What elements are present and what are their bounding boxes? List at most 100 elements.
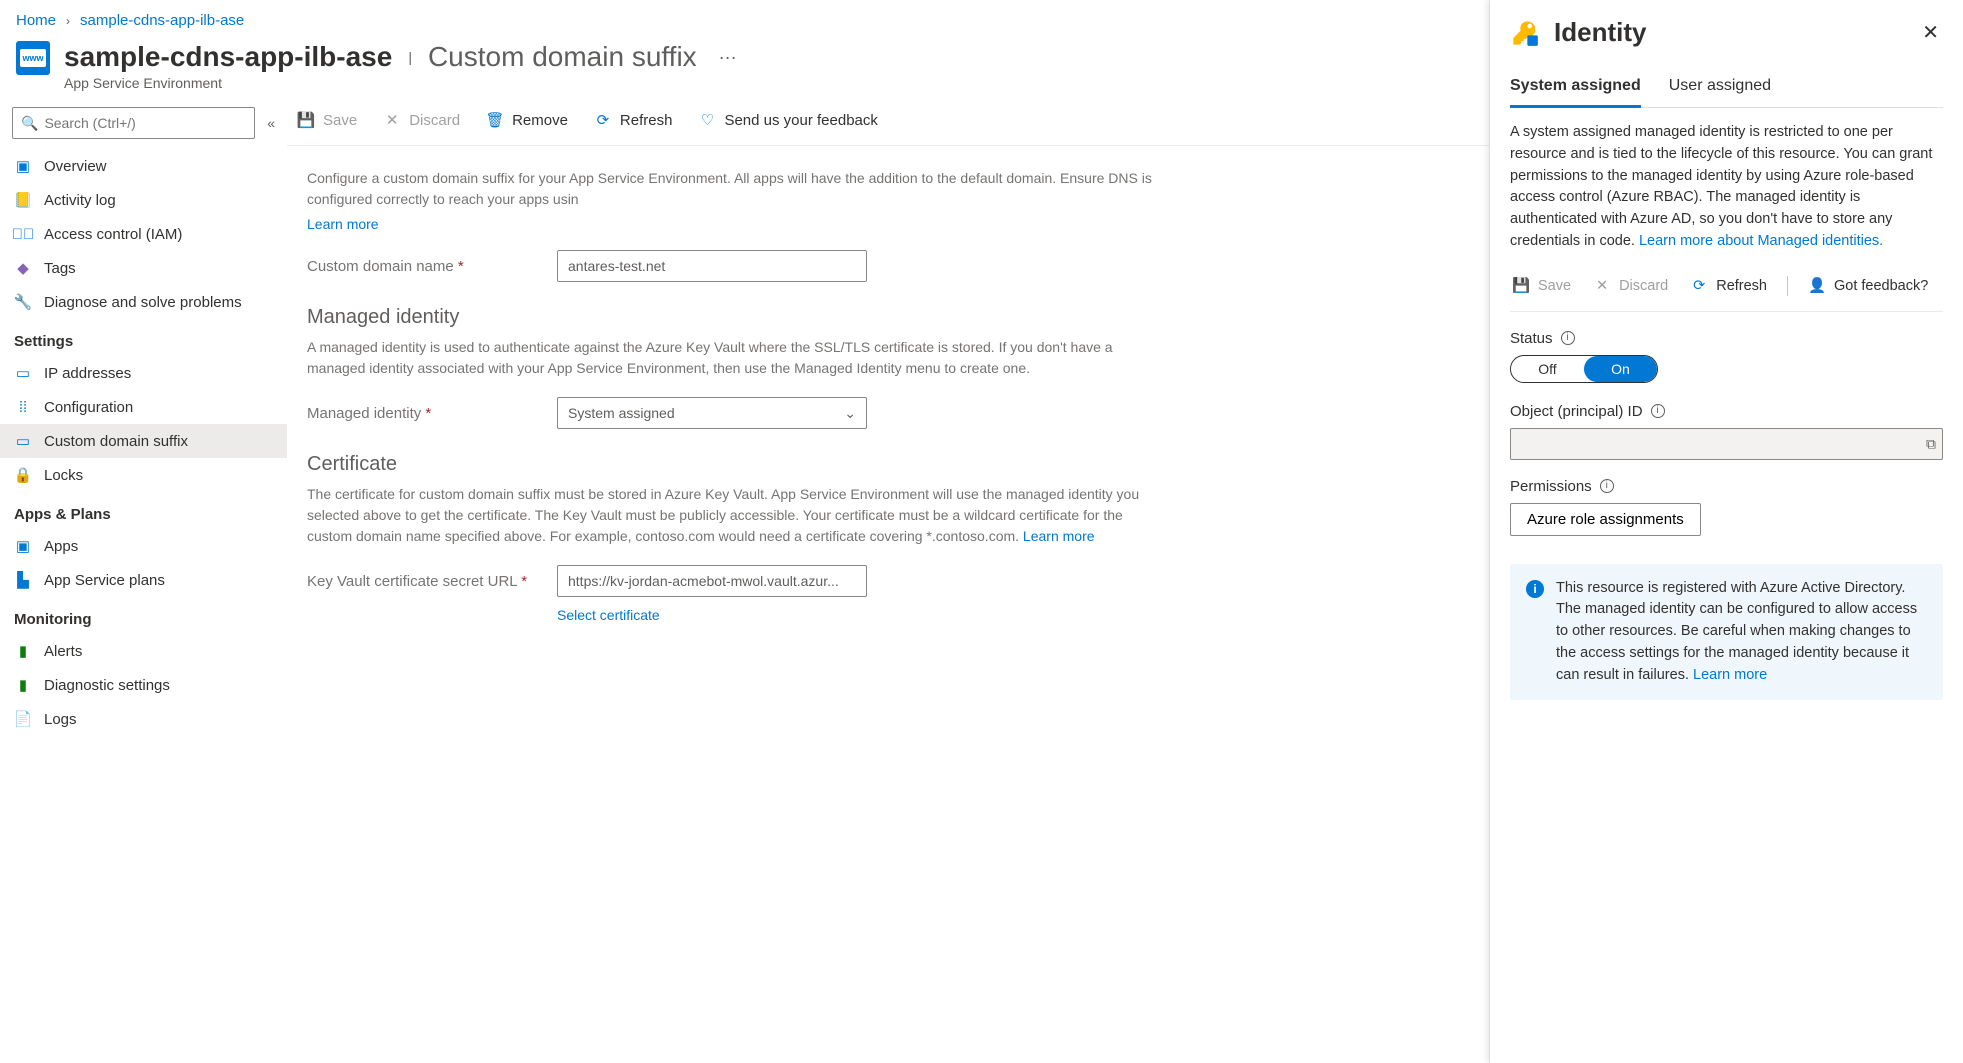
config-icon: ⁞⁞: [14, 398, 32, 416]
activity-log-icon: 📒: [14, 191, 32, 209]
blade-save-button[interactable]: 💾Save: [1510, 273, 1573, 299]
nav-diagnostic-settings[interactable]: ▮Diagnostic settings: [0, 668, 287, 702]
azure-role-assignments-button[interactable]: Azure role assignments: [1510, 503, 1701, 536]
nav-group-monitoring: Monitoring: [0, 597, 287, 634]
nav-access-control[interactable]: ᐅ⃝Access control (IAM): [0, 217, 287, 251]
discard-button[interactable]: ✕Discard: [381, 107, 462, 133]
toggle-off[interactable]: Off: [1511, 356, 1584, 382]
cert-url-label: Key Vault certificate secret URL *: [307, 573, 547, 590]
ip-icon: ▭: [14, 364, 32, 382]
sidebar: 🔍 « ▣Overview 📒Activity log ᐅ⃝Access con…: [0, 101, 287, 1054]
custom-domain-input[interactable]: [557, 250, 867, 282]
chevron-right-icon: ›: [66, 14, 70, 28]
section-title: Custom domain suffix: [428, 41, 697, 73]
search-icon: 🔍: [21, 115, 38, 132]
info-icon[interactable]: i: [1651, 404, 1665, 418]
copy-icon[interactable]: ⧉: [1926, 435, 1936, 452]
tab-system-assigned[interactable]: System assigned: [1510, 69, 1641, 108]
certificate-desc: The certificate for custom domain suffix…: [307, 484, 1167, 547]
blade-feedback-button[interactable]: 👤Got feedback?: [1806, 273, 1930, 299]
discard-icon: ✕: [1593, 277, 1611, 295]
breadcrumb-home[interactable]: Home: [16, 12, 56, 29]
managed-identity-label: Managed identity *: [307, 405, 547, 422]
managed-identities-learn-link[interactable]: Learn more about Managed identities.: [1639, 233, 1883, 249]
search-input[interactable]: [44, 108, 246, 138]
trash-icon: 🗑: [486, 111, 504, 129]
blade-description: A system assigned managed identity is re…: [1510, 122, 1943, 253]
blade-toolbar: 💾Save ✕Discard ⟳Refresh 👤Got feedback?: [1510, 265, 1943, 307]
tab-user-assigned[interactable]: User assigned: [1669, 69, 1771, 107]
permissions-label: Permissionsi: [1510, 478, 1943, 495]
resource-icon: www: [16, 41, 50, 75]
blade-refresh-button[interactable]: ⟳Refresh: [1688, 273, 1769, 299]
heart-icon: ♡: [698, 111, 716, 129]
collapse-sidebar-button[interactable]: «: [267, 115, 275, 131]
intro-text: Configure a custom domain suffix for you…: [307, 168, 1167, 210]
status-label: Statusi: [1510, 330, 1943, 347]
discard-icon: ✕: [383, 111, 401, 129]
remove-button[interactable]: 🗑Remove: [484, 107, 570, 133]
search-input-wrap[interactable]: 🔍: [12, 107, 255, 139]
breadcrumb-resource[interactable]: sample-cdns-app-ilb-ase: [80, 12, 244, 29]
info-icon[interactable]: i: [1561, 331, 1575, 345]
nav-group-settings: Settings: [0, 319, 287, 356]
nav-tags[interactable]: ◆Tags: [0, 251, 287, 285]
managed-identity-desc: A managed identity is used to authentica…: [307, 337, 1167, 379]
plans-icon: ▙: [14, 571, 32, 589]
custom-domain-label: Custom domain name *: [307, 258, 547, 275]
blade-discard-button[interactable]: ✕Discard: [1591, 273, 1670, 299]
access-control-icon: ᐅ⃝: [14, 225, 32, 243]
feedback-button[interactable]: ♡Send us your feedback: [696, 107, 879, 133]
identity-tabs: System assigned User assigned: [1510, 69, 1943, 108]
nav-locks[interactable]: 🔒Locks: [0, 458, 287, 492]
info-callout: i This resource is registered with Azure…: [1510, 564, 1943, 701]
nav-ip-addresses[interactable]: ▭IP addresses: [0, 356, 287, 390]
tags-icon: ◆: [14, 259, 32, 277]
nav-configuration[interactable]: ⁞⁞Configuration: [0, 390, 287, 424]
lock-icon: 🔒: [14, 466, 32, 484]
refresh-button[interactable]: ⟳Refresh: [592, 107, 675, 133]
nav-logs[interactable]: 📄Logs: [0, 702, 287, 736]
nav-custom-domain-suffix[interactable]: ▭Custom domain suffix: [0, 424, 287, 458]
blade-title: Identity: [1554, 17, 1904, 48]
identity-blade: Identity ✕ System assigned User assigned…: [1489, 0, 1963, 1063]
cert-learn-more-link[interactable]: Learn more: [1023, 528, 1095, 544]
toggle-on[interactable]: On: [1584, 356, 1657, 382]
close-blade-button[interactable]: ✕: [1918, 16, 1943, 49]
object-id-input[interactable]: ⧉: [1510, 428, 1943, 460]
resource-title: sample-cdns-app-ilb-ase: [64, 41, 392, 73]
nav-apps[interactable]: ▣Apps: [0, 529, 287, 563]
select-certificate-link[interactable]: Select certificate: [557, 607, 660, 623]
nav-overview[interactable]: ▣Overview: [0, 149, 287, 183]
refresh-icon: ⟳: [594, 111, 612, 129]
overview-icon: ▣: [14, 157, 32, 175]
object-id-label: Object (principal) IDi: [1510, 403, 1943, 420]
learn-more-link[interactable]: Learn more: [307, 216, 379, 232]
status-toggle[interactable]: Off On: [1510, 355, 1658, 383]
save-button[interactable]: 💾Save: [295, 107, 359, 133]
info-icon[interactable]: i: [1600, 479, 1614, 493]
managed-identity-heading: Managed identity: [307, 306, 1167, 329]
domain-icon: ▭: [14, 432, 32, 450]
info-icon: i: [1526, 580, 1544, 598]
save-icon: 💾: [1512, 277, 1530, 295]
diagnose-icon: 🔧: [14, 293, 32, 311]
nav-diagnose[interactable]: 🔧Diagnose and solve problems: [0, 285, 287, 319]
feedback-icon: 👤: [1808, 277, 1826, 295]
apps-icon: ▣: [14, 537, 32, 555]
diag-icon: ▮: [14, 676, 32, 694]
resource-type-label: App Service Environment: [64, 75, 743, 91]
logs-icon: 📄: [14, 710, 32, 728]
nav-group-apps: Apps & Plans: [0, 492, 287, 529]
alerts-icon: ▮: [14, 642, 32, 660]
info-learn-more-link[interactable]: Learn more: [1693, 667, 1767, 683]
managed-identity-select[interactable]: System assigned ⌄: [557, 397, 867, 429]
nav-alerts[interactable]: ▮Alerts: [0, 634, 287, 668]
nav-app-service-plans[interactable]: ▙App Service plans: [0, 563, 287, 597]
chevron-down-icon: ⌄: [844, 405, 856, 422]
cert-url-input[interactable]: [557, 565, 867, 597]
certificate-heading: Certificate: [307, 453, 1167, 476]
nav-activity-log[interactable]: 📒Activity log: [0, 183, 287, 217]
key-icon: [1510, 18, 1540, 48]
more-actions-button[interactable]: ···: [713, 47, 743, 68]
